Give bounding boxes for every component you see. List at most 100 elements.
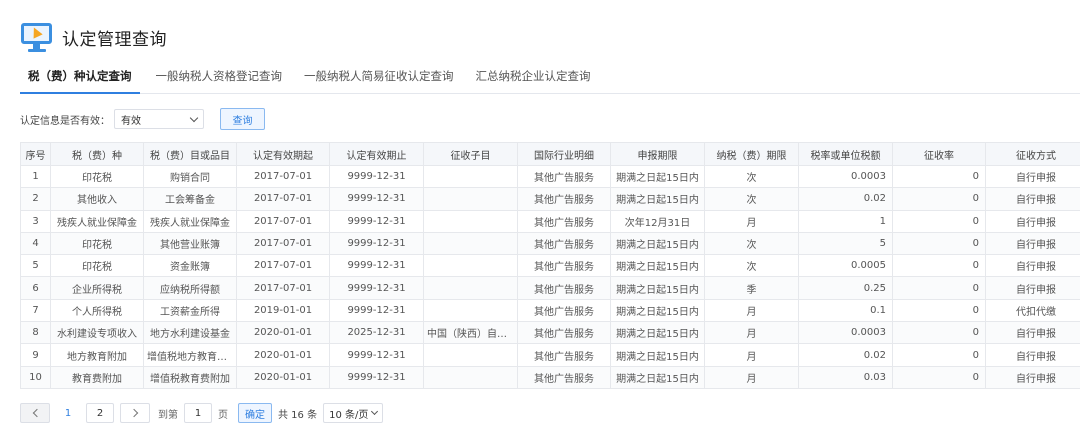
table-cell: 印花税 bbox=[50, 231, 144, 256]
page-size-value: 10 条/页 bbox=[329, 409, 369, 421]
page-header: 认定管理查询 bbox=[20, 21, 167, 53]
table-cell: 其他广告服务 bbox=[517, 164, 611, 189]
table-cell: 地方水利建设基金 bbox=[143, 321, 237, 345]
tab-general-taxpayer-registration[interactable]: 一般纳税人资格登记查询 bbox=[148, 66, 291, 94]
table-cell: 0 bbox=[892, 343, 986, 367]
table-row: 8 水利建设专项收入 地方水利建设基金 2020-01-01 2025-12-31 中国（… bbox=[20, 321, 1080, 345]
col-header: 征收方式 bbox=[985, 142, 1080, 166]
table-row: 5 印花税 资金账簿 2017-07-01 9999-12-31 其他广告服务 期满之日起1… bbox=[20, 254, 1080, 278]
table-cell: 次 bbox=[704, 231, 799, 256]
prev-page-button[interactable] bbox=[20, 403, 50, 423]
table-cell: 自行申报 bbox=[985, 321, 1080, 345]
col-header: 纳税（费）期限 bbox=[704, 142, 799, 166]
table-cell: 9999-12-31 bbox=[329, 164, 424, 189]
table-cell: 1 bbox=[798, 209, 893, 233]
goto-confirm-button[interactable]: 确定 bbox=[238, 403, 272, 423]
next-page-button[interactable] bbox=[120, 403, 150, 423]
col-header: 申报期限 bbox=[610, 142, 705, 166]
tab-simple-collection-query[interactable]: 一般纳税人简易征收认定查询 bbox=[296, 66, 462, 94]
table-cell: 印花税 bbox=[50, 164, 144, 189]
page-number-current[interactable]: 1 bbox=[54, 403, 82, 423]
table-row: 6 企业所得税 应纳税所得额 2017-07-01 9999-12-31 其他广告服务 期满… bbox=[20, 276, 1080, 300]
table-cell: 其他广告服务 bbox=[517, 365, 611, 389]
table-cell: 0 bbox=[892, 209, 986, 233]
col-header: 序号 bbox=[20, 142, 51, 166]
table-cell: 次 bbox=[704, 164, 799, 189]
total-count: 共 16 条 bbox=[278, 409, 318, 421]
table-cell: 期满之日起15日内 bbox=[610, 321, 705, 345]
valid-filter-select[interactable]: 有效 bbox=[114, 109, 204, 129]
chevron-down-icon bbox=[189, 113, 199, 122]
table-cell: 0.02 bbox=[798, 187, 893, 211]
goto-suffix-label: 页 bbox=[218, 409, 228, 421]
table-cell: 2019-01-01 bbox=[236, 298, 330, 323]
table-row: 9 地方教育附加 增值税地方教育附加 2020-01-01 9999-12-31 其他广告… bbox=[20, 343, 1080, 367]
table-cell: 其他广告服务 bbox=[517, 276, 611, 300]
table-cell: 月 bbox=[704, 365, 799, 389]
tab-tax-type-query[interactable]: 税（费）种认定查询 bbox=[20, 66, 140, 94]
table-cell: 期满之日起15日内 bbox=[610, 365, 705, 389]
table-cell: 次 bbox=[704, 187, 799, 211]
table-row: 1 印花税 购销合同 2017-07-01 9999-12-31 其他广告服务 期满之日起1… bbox=[20, 164, 1080, 189]
table-cell: 0 bbox=[892, 321, 986, 345]
table-cell: 0.25 bbox=[798, 276, 893, 300]
table-cell: 5 bbox=[20, 254, 51, 278]
table-cell: 自行申报 bbox=[985, 276, 1080, 300]
table-cell: 自行申报 bbox=[985, 231, 1080, 256]
table-cell bbox=[423, 231, 518, 256]
table-cell: 工资薪金所得 bbox=[143, 298, 237, 323]
tab-consolidated-enterprise-query[interactable]: 汇总纳税企业认定查询 bbox=[468, 66, 599, 94]
table-cell: 0.03 bbox=[798, 365, 893, 389]
table-cell: 增值税地方教育附加 bbox=[143, 343, 237, 367]
table-cell: 2017-07-01 bbox=[236, 209, 330, 233]
table-cell bbox=[423, 209, 518, 233]
table-cell: 期满之日起15日内 bbox=[610, 164, 705, 189]
table-cell bbox=[423, 164, 518, 189]
table-cell: 0.0003 bbox=[798, 321, 893, 345]
table-cell: 企业所得税 bbox=[50, 276, 144, 300]
col-header: 征收率 bbox=[892, 142, 986, 166]
table-cell: 次年12月31日 bbox=[610, 209, 705, 233]
valid-filter-label: 认定信息是否有效： bbox=[20, 115, 110, 127]
table-cell bbox=[423, 254, 518, 278]
table-cell: 自行申报 bbox=[985, 209, 1080, 233]
table-cell: 应纳税所得额 bbox=[143, 276, 237, 300]
table-cell: 季 bbox=[704, 276, 799, 300]
goto-prefix-label: 到第 bbox=[158, 409, 178, 421]
table-cell: 9999-12-31 bbox=[329, 365, 424, 389]
table-cell: 0.0003 bbox=[798, 164, 893, 189]
table-cell: 1 bbox=[20, 164, 51, 189]
table-header-row: 序号 税（费）种 税（费）目或品目 认定有效期起 认定有效期止 征收子目 国际行… bbox=[20, 142, 1080, 166]
table-cell bbox=[423, 187, 518, 211]
table-cell: 9999-12-31 bbox=[329, 343, 424, 367]
page-size-select[interactable]: 10 条/页 bbox=[323, 403, 384, 423]
col-header: 国际行业明细 bbox=[517, 142, 611, 166]
table-cell: 增值税教育费附加 bbox=[143, 365, 237, 389]
table-cell: 9999-12-31 bbox=[329, 254, 424, 278]
table-cell: 4 bbox=[20, 231, 51, 256]
pagination: 1 2 到第 1 页 确定 共 16 条 10 条/页 bbox=[20, 402, 384, 424]
table-cell: 2020-01-01 bbox=[236, 365, 330, 389]
table-cell: 其他广告服务 bbox=[517, 187, 611, 211]
col-header: 认定有效期起 bbox=[236, 142, 330, 166]
table-cell: 5 bbox=[798, 231, 893, 256]
table-cell: 7 bbox=[20, 298, 51, 323]
table-cell: 2025-12-31 bbox=[329, 321, 424, 345]
table-cell: 6 bbox=[20, 276, 51, 300]
table-cell: 2017-07-01 bbox=[236, 231, 330, 256]
table-cell: 2020-01-01 bbox=[236, 343, 330, 367]
goto-page-input[interactable]: 1 bbox=[184, 403, 212, 423]
table-cell: 残疾人就业保障金 bbox=[143, 209, 237, 233]
table-cell bbox=[423, 365, 518, 389]
page-number-2[interactable]: 2 bbox=[86, 403, 114, 423]
table-cell: 9999-12-31 bbox=[329, 231, 424, 256]
table-cell: 0.1 bbox=[798, 298, 893, 323]
table-cell: 残疾人就业保障金 bbox=[50, 209, 144, 233]
table-cell: 0 bbox=[892, 231, 986, 256]
table-cell: 0 bbox=[892, 254, 986, 278]
table-cell: 9999-12-31 bbox=[329, 187, 424, 211]
valid-filter-value: 有效 bbox=[121, 115, 141, 127]
query-button[interactable]: 查询 bbox=[220, 108, 265, 130]
col-header: 税（费）目或品目 bbox=[143, 142, 237, 166]
table-cell: 个人所得税 bbox=[50, 298, 144, 323]
